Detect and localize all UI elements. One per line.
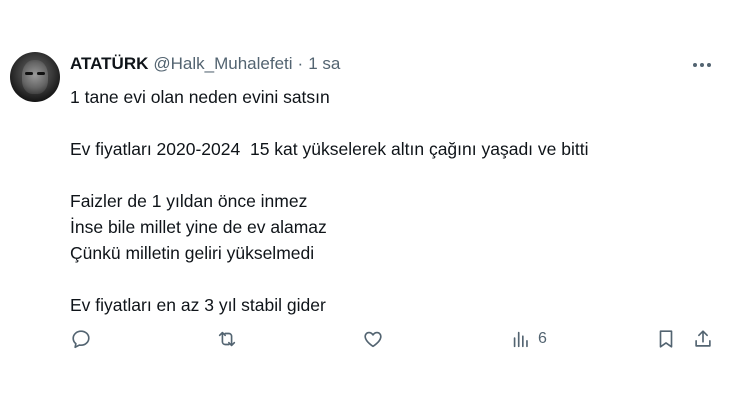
tweet-line xyxy=(70,162,588,188)
heart-icon xyxy=(364,331,382,348)
bookmark-icon xyxy=(659,330,673,348)
like-button[interactable] xyxy=(362,326,390,352)
views-count: 6 xyxy=(538,330,547,347)
share-button[interactable] xyxy=(692,326,714,352)
tweet-line: İnse bile millet yine de ev alamaz xyxy=(70,217,327,237)
tweet-text: 1 tane evi olan neden evini satsın Ev fi… xyxy=(70,84,588,318)
avatar-brow xyxy=(37,72,45,75)
reply-button[interactable] xyxy=(70,326,98,352)
bookmark-button[interactable] xyxy=(655,326,677,352)
author-name[interactable]: ATATÜRK xyxy=(70,54,148,74)
author-handle[interactable]: @Halk_Muhalefeti xyxy=(153,54,292,74)
timestamp[interactable]: 1 sa xyxy=(308,54,340,74)
more-icon-dot xyxy=(693,63,697,67)
reply-icon xyxy=(72,330,90,349)
tweet-line xyxy=(70,110,588,136)
more-icon-dot xyxy=(707,63,711,67)
separator-dot: · xyxy=(297,54,304,73)
views-button[interactable]: 6 xyxy=(510,326,547,352)
tweet-header: ATATÜRK @Halk_Muhalefeti · 1 sa xyxy=(70,53,340,75)
avatar-brow xyxy=(25,72,33,75)
retweet-button[interactable] xyxy=(216,326,244,352)
tweet-line: Ev fiyatları en az 3 yıl stabil gider xyxy=(70,295,326,315)
tweet-line: 1 tane evi olan neden evini satsın xyxy=(70,87,330,107)
action-bar: 6 xyxy=(70,326,716,352)
avatar-face xyxy=(22,60,48,94)
more-options-button[interactable] xyxy=(690,56,714,74)
tweet-card: ATATÜRK @Halk_Muhalefeti · 1 sa 1 tane e… xyxy=(0,0,730,420)
tweet-line: Ev fiyatları 2020-2024 15 kat yükselerek… xyxy=(70,139,589,159)
avatar[interactable] xyxy=(10,52,60,102)
views-icon xyxy=(513,331,528,348)
retweet-icon xyxy=(218,331,236,347)
tweet-line: Çünkü milletin geliri yükselmedi xyxy=(70,243,315,263)
share-icon xyxy=(695,330,711,347)
more-icon-dot xyxy=(700,63,704,67)
tweet-line: Faizler de 1 yıldan önce inmez xyxy=(70,191,308,211)
tweet-line xyxy=(70,266,588,292)
